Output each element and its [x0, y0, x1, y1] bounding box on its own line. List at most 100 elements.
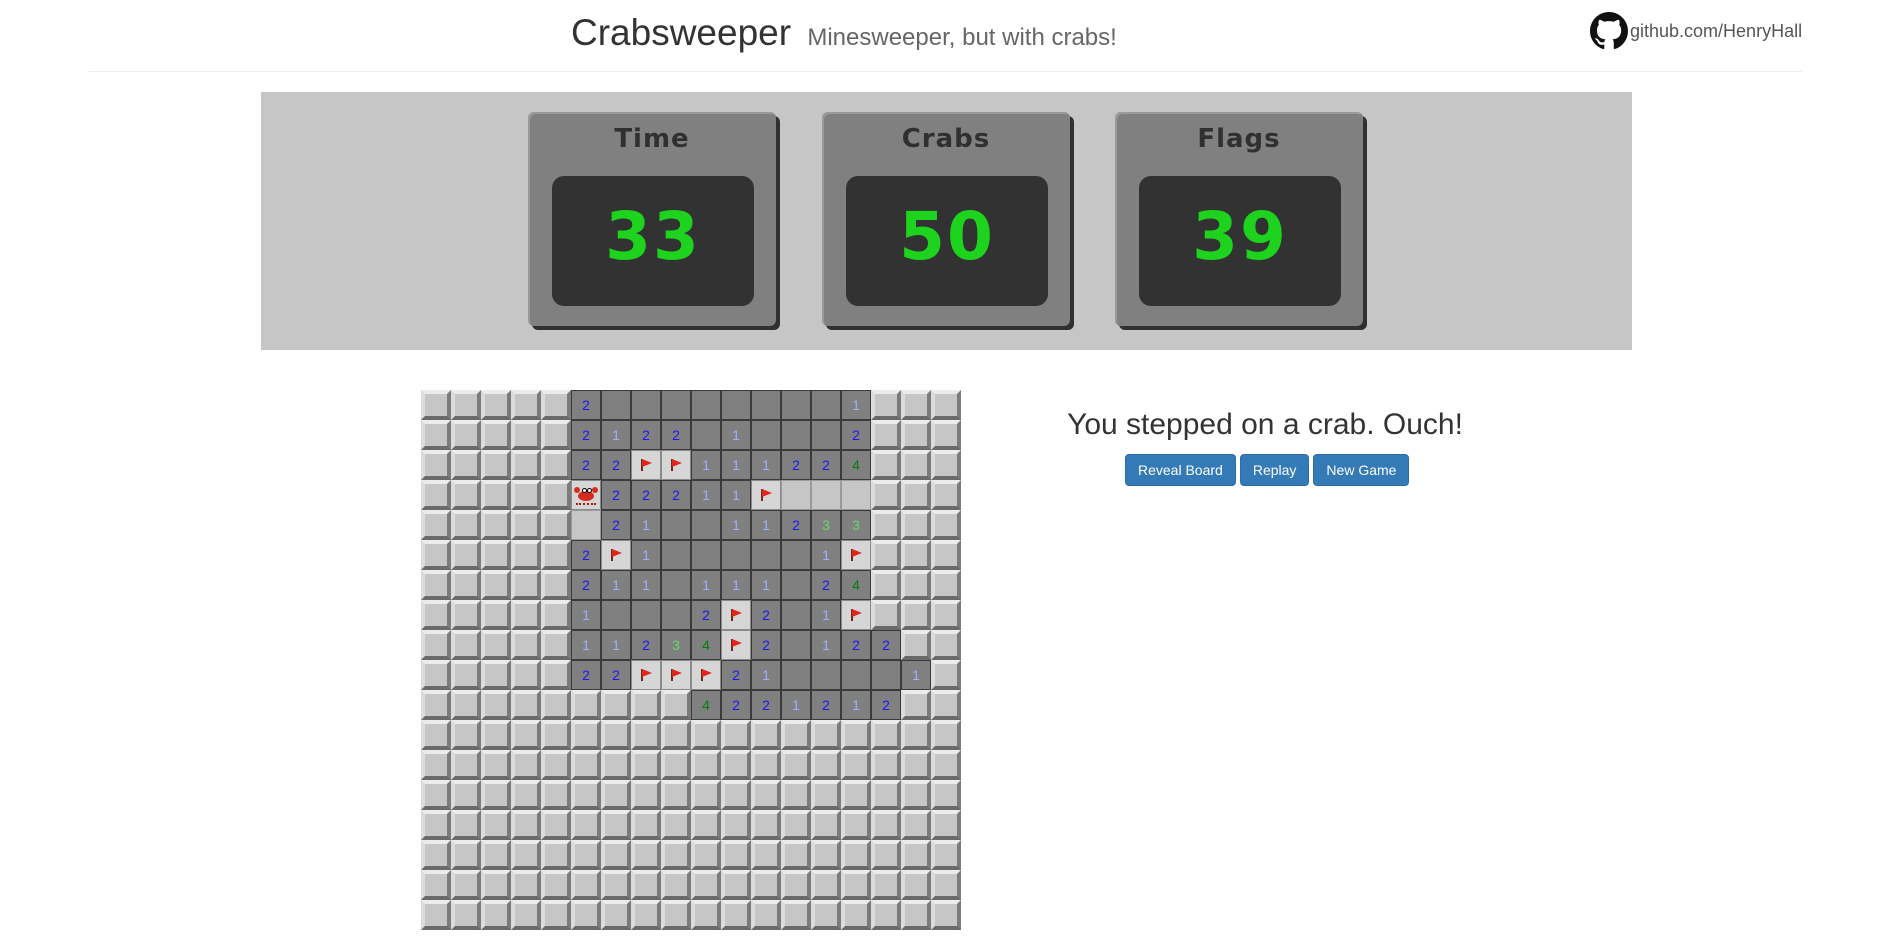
board-cell-unrevealed[interactable] [451, 870, 481, 900]
board-cell-revealed[interactable] [811, 660, 841, 690]
board-cell-number[interactable]: 2 [571, 390, 601, 420]
board-cell-revealed[interactable] [871, 660, 901, 690]
board-cell-unrevealed[interactable] [451, 420, 481, 450]
board-cell-unrevealed[interactable] [571, 840, 601, 870]
board-cell-unrevealed[interactable] [931, 540, 961, 570]
board-cell-unrevealed[interactable] [811, 780, 841, 810]
board-cell-unrevealed[interactable] [481, 810, 511, 840]
board-cell-unrevealed[interactable] [571, 690, 601, 720]
board-cell-unrevealed[interactable] [901, 900, 931, 930]
board-cell-number[interactable]: 2 [601, 450, 631, 480]
board-cell-unrevealed[interactable] [931, 750, 961, 780]
board-cell-unrevealed[interactable] [661, 720, 691, 750]
board-cell-unrevealed[interactable] [931, 720, 961, 750]
board-cell-unrevealed[interactable] [811, 900, 841, 930]
board-cell-unrevealed[interactable] [541, 720, 571, 750]
board-cell-unrevealed[interactable] [931, 780, 961, 810]
board-cell-unrevealed[interactable] [871, 810, 901, 840]
board-cell-unrevealed[interactable] [691, 840, 721, 870]
board-cell-number[interactable]: 1 [751, 570, 781, 600]
board-cell-number[interactable]: 2 [661, 480, 691, 510]
board-cell-flagged[interactable] [601, 540, 631, 570]
board-cell-unrevealed[interactable] [811, 840, 841, 870]
board-cell-unrevealed[interactable] [661, 690, 691, 720]
board-cell-unrevealed[interactable] [841, 780, 871, 810]
board-cell-number[interactable]: 2 [751, 630, 781, 660]
board-cell-unrevealed[interactable] [931, 390, 961, 420]
board-cell-unrevealed[interactable] [511, 390, 541, 420]
board-cell-unrevealed[interactable] [451, 900, 481, 930]
board-cell-unrevealed[interactable] [931, 480, 961, 510]
board-cell-unrevealed[interactable] [421, 870, 451, 900]
board-cell-flagged[interactable] [631, 450, 661, 480]
board-cell-unrevealed[interactable] [601, 750, 631, 780]
board-cell-unrevealed[interactable] [511, 750, 541, 780]
board-cell-unrevealed[interactable] [541, 510, 571, 540]
board-cell-number[interactable]: 2 [781, 450, 811, 480]
board-cell-unrevealed[interactable] [511, 420, 541, 450]
board-cell-number[interactable]: 2 [631, 630, 661, 660]
board-cell-unrevealed[interactable] [871, 390, 901, 420]
board-cell-unrevealed[interactable] [691, 720, 721, 750]
board-cell-unrevealed[interactable] [631, 780, 661, 810]
board-cell-number[interactable]: 1 [841, 390, 871, 420]
board-cell-number[interactable]: 2 [841, 420, 871, 450]
board-cell-unrevealed[interactable] [541, 540, 571, 570]
board-cell-unrevealed[interactable] [541, 570, 571, 600]
board-cell-unrevealed[interactable] [421, 810, 451, 840]
board-cell-revealed[interactable] [781, 480, 811, 510]
board-cell-unrevealed[interactable] [451, 450, 481, 480]
board-cell-revealed[interactable] [721, 540, 751, 570]
board-cell-unrevealed[interactable] [451, 390, 481, 420]
board-cell-unrevealed[interactable] [541, 780, 571, 810]
board-cell-unrevealed[interactable] [481, 720, 511, 750]
board-cell-unrevealed[interactable] [751, 900, 781, 930]
board-cell-unrevealed[interactable] [571, 720, 601, 750]
board-cell-unrevealed[interactable] [901, 480, 931, 510]
board-cell-number[interactable]: 4 [841, 570, 871, 600]
board-cell-unrevealed[interactable] [481, 390, 511, 420]
board-cell-unrevealed[interactable] [781, 780, 811, 810]
board-cell-unrevealed[interactable] [661, 840, 691, 870]
board-cell-revealed[interactable] [781, 390, 811, 420]
board-cell-unrevealed[interactable] [541, 900, 571, 930]
board-cell-unrevealed[interactable] [601, 900, 631, 930]
board-cell-unrevealed[interactable] [901, 540, 931, 570]
board-cell-unrevealed[interactable] [631, 840, 661, 870]
board-cell-unrevealed[interactable] [481, 450, 511, 480]
board-cell-number[interactable]: 2 [841, 630, 871, 660]
board-cell-unrevealed[interactable] [631, 690, 661, 720]
board-cell-revealed[interactable] [721, 390, 751, 420]
board-cell-number[interactable]: 1 [841, 690, 871, 720]
board-cell-unrevealed[interactable] [631, 750, 661, 780]
board-cell-unrevealed[interactable] [721, 840, 751, 870]
board-cell-unrevealed[interactable] [751, 780, 781, 810]
board-cell-number[interactable]: 1 [721, 450, 751, 480]
board-cell-revealed[interactable] [811, 420, 841, 450]
board-cell-unrevealed[interactable] [931, 840, 961, 870]
board-cell-unrevealed[interactable] [541, 420, 571, 450]
board-cell-number[interactable]: 2 [631, 480, 661, 510]
board-cell-unrevealed[interactable] [841, 720, 871, 750]
board-cell-unrevealed[interactable] [421, 780, 451, 810]
board-cell-number[interactable]: 2 [721, 690, 751, 720]
board-cell-revealed[interactable] [781, 600, 811, 630]
board-cell-unrevealed[interactable] [511, 900, 541, 930]
board-cell-unrevealed[interactable] [871, 780, 901, 810]
board-cell-number[interactable]: 1 [631, 570, 661, 600]
board-cell-unrevealed[interactable] [661, 780, 691, 810]
board-cell-unrevealed[interactable] [451, 660, 481, 690]
board-cell-unrevealed[interactable] [931, 420, 961, 450]
board-cell-number[interactable]: 1 [751, 450, 781, 480]
board-cell-unrevealed[interactable] [451, 720, 481, 750]
board-cell-unrevealed[interactable] [631, 720, 661, 750]
board-cell-unrevealed[interactable] [421, 690, 451, 720]
board-cell-number[interactable]: 2 [751, 690, 781, 720]
board-cell-revealed[interactable] [661, 540, 691, 570]
board-cell-unrevealed[interactable] [481, 540, 511, 570]
board-cell-unrevealed[interactable] [871, 840, 901, 870]
board-cell-number[interactable]: 1 [691, 570, 721, 600]
board-cell-unrevealed[interactable] [481, 420, 511, 450]
board-cell-revealed[interactable] [781, 630, 811, 660]
board-cell-number[interactable]: 1 [571, 600, 601, 630]
